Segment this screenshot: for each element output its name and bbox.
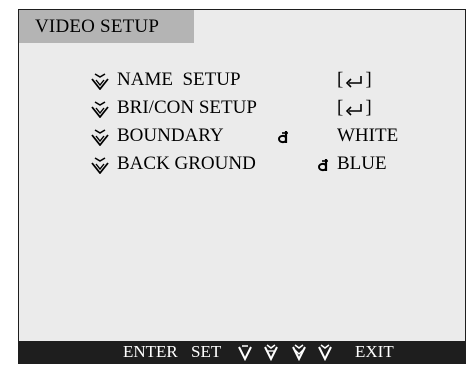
selection-bullet-icon xyxy=(91,73,109,90)
video-setup-menu: NAME SETUP [] BRI/CON SETUP [] BOUNDARY xyxy=(91,66,451,178)
page-title: VIDEO SETUP xyxy=(19,10,194,43)
menu-item-value: [] xyxy=(337,69,372,90)
menu-item-label: BRI/CON SETUP xyxy=(117,97,257,118)
menu-item-background[interactable]: BACK GROUND BLUE xyxy=(91,150,451,178)
right-key-icon xyxy=(318,344,332,361)
menu-item-boundary[interactable]: BOUNDARY WHITE xyxy=(91,122,451,150)
menu-item-value: [] xyxy=(337,97,372,118)
menu-item-value: WHITE xyxy=(337,125,399,146)
footer-hint-bar: ENTER SET EXIT xyxy=(19,341,465,363)
up-key-icon xyxy=(238,345,252,361)
enter-key-icon xyxy=(343,74,365,88)
left-key-icon xyxy=(292,344,306,361)
menu-item-label: BOUNDARY xyxy=(117,125,224,146)
osd-screen: VIDEO SETUP NAME SETUP [] BRI/CON SETUP … xyxy=(18,9,466,364)
selection-bullet-icon xyxy=(91,101,109,118)
set-hint: SET xyxy=(191,342,222,361)
menu-item-value: BLUE xyxy=(337,153,387,174)
selection-bullet-icon xyxy=(91,157,109,174)
navigation-keys-icon xyxy=(238,344,332,361)
adjust-icon[interactable] xyxy=(277,130,289,144)
menu-item-label: NAME SETUP xyxy=(117,69,241,90)
menu-item-name-setup[interactable]: NAME SETUP [] xyxy=(91,66,451,94)
menu-item-label: BACK GROUND xyxy=(117,153,256,174)
enter-key-icon xyxy=(343,102,365,116)
selection-bullet-icon xyxy=(91,129,109,146)
adjust-icon[interactable] xyxy=(317,158,329,172)
menu-item-bri-con-setup[interactable]: BRI/CON SETUP [] xyxy=(91,94,451,122)
down-key-icon xyxy=(264,344,278,361)
enter-hint: ENTER xyxy=(123,342,178,361)
exit-hint: EXIT xyxy=(355,342,394,361)
